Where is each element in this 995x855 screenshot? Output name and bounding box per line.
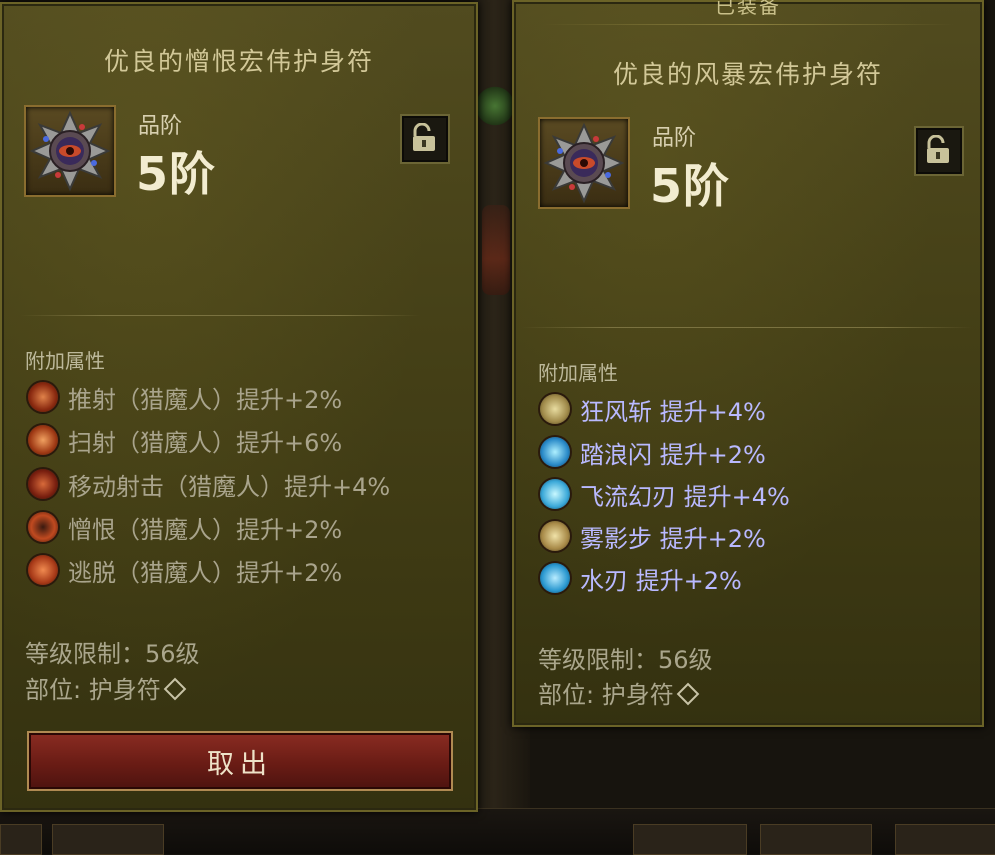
bottom-slot[interactable] xyxy=(895,824,995,855)
attribute-row: 踏浪闪 提升+2% xyxy=(540,434,766,470)
attribute-row: 逃脱（猎魔人）提升+2% xyxy=(28,552,342,588)
attribute-text: 狂风斩 提升+4% xyxy=(580,397,766,426)
slot-text: 部位: 护身符 xyxy=(538,681,674,709)
attribute-text: 扫射（猎魔人）提升+6% xyxy=(68,428,343,457)
escape-skill-icon xyxy=(28,555,58,585)
bottom-slot[interactable] xyxy=(633,824,747,855)
bottom-slot[interactable] xyxy=(760,824,872,855)
tier-value: 5阶 xyxy=(650,159,731,213)
attribute-text: 推射（猎魔人）提升+2% xyxy=(68,385,343,414)
divider xyxy=(20,315,420,316)
hatred-skill-icon xyxy=(28,512,58,542)
sweep-shot-skill-icon xyxy=(28,425,58,455)
background-ornament xyxy=(478,85,512,127)
wave-dash-skill-icon xyxy=(540,437,570,467)
attribute-text: 水刃 提升+2% xyxy=(580,566,742,595)
push-shot-skill-icon xyxy=(28,382,58,412)
item-tooltip-left: 优良的憎恨宏伟护身符 品阶 5阶 附加属性 推射（猎魔人）提升+2% 扫射（猎魔… xyxy=(0,2,478,812)
attributes-title: 附加属性 xyxy=(25,349,105,373)
level-requirement: 等级限制：56级 xyxy=(538,646,713,674)
attribute-text: 雾影步 提升+2% xyxy=(580,524,766,553)
attribute-text: 踏浪闪 提升+2% xyxy=(580,440,766,469)
tier-label: 品阶 xyxy=(138,114,183,139)
item-name: 优良的风暴宏伟护身符 xyxy=(612,60,883,89)
unlock-icon xyxy=(413,123,435,151)
slot-info: 部位: 护身符 xyxy=(25,670,187,705)
tier-label: 品阶 xyxy=(652,126,697,151)
gale-slash-skill-icon xyxy=(540,394,570,424)
water-blade-skill-icon xyxy=(540,563,570,593)
attribute-text: 移动射击（猎魔人）提升+4% xyxy=(68,472,391,501)
lock-toggle-button[interactable] xyxy=(400,114,450,164)
bottom-slot[interactable] xyxy=(0,824,42,855)
equipped-tag: 已装备 xyxy=(715,0,781,18)
background-ornament xyxy=(482,205,510,295)
take-out-button[interactable]: 取出 xyxy=(27,731,453,791)
divider xyxy=(542,24,954,25)
level-requirement: 等级限制：56级 xyxy=(25,640,200,668)
attribute-row: 扫射（猎魔人）提升+6% xyxy=(28,422,342,458)
amulet-icon xyxy=(24,105,116,197)
mist-step-skill-icon xyxy=(540,521,570,551)
slot-text: 部位: 护身符 xyxy=(25,676,161,704)
attribute-row: 雾影步 提升+2% xyxy=(540,518,766,554)
tier-value: 5阶 xyxy=(136,147,217,201)
amulet-slot-icon xyxy=(163,677,187,701)
attribute-text: 逃脱（猎魔人）提升+2% xyxy=(68,558,343,587)
lock-toggle-button[interactable] xyxy=(914,126,964,176)
attribute-text: 憎恨（猎魔人）提升+2% xyxy=(68,515,343,544)
attribute-row: 狂风斩 提升+4% xyxy=(540,391,766,427)
moving-shot-skill-icon xyxy=(28,469,58,499)
item-name: 优良的憎恨宏伟护身符 xyxy=(103,47,374,76)
attributes-title: 附加属性 xyxy=(538,361,618,385)
attribute-row: 憎恨（猎魔人）提升+2% xyxy=(28,509,342,545)
attribute-row: 推射（猎魔人）提升+2% xyxy=(28,379,342,415)
attribute-row: 水刃 提升+2% xyxy=(540,560,742,596)
item-tooltip-right: 已装备 优良的风暴宏伟护身符 品阶 5阶 附加属性 狂风斩 提升+4% 踏浪闪 … xyxy=(512,0,984,727)
amulet-slot-icon xyxy=(676,682,700,706)
divider xyxy=(522,327,972,328)
flying-blade-skill-icon xyxy=(540,479,570,509)
amulet-icon xyxy=(538,117,630,209)
unlock-icon xyxy=(927,135,949,163)
attribute-text: 飞流幻刃 提升+4% xyxy=(580,482,790,511)
attribute-row: 移动射击（猎魔人）提升+4% xyxy=(28,466,390,502)
attribute-row: 飞流幻刃 提升+4% xyxy=(540,476,790,512)
slot-info: 部位: 护身符 xyxy=(538,675,700,710)
bottom-slot[interactable] xyxy=(52,824,164,855)
